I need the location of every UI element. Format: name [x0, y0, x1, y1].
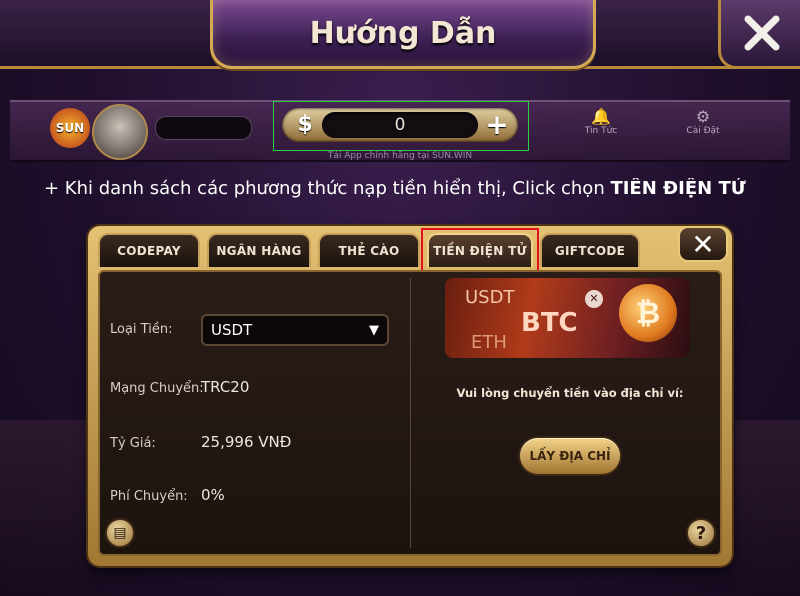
balance-highlight-box [273, 101, 529, 151]
fee-value: 0% [201, 486, 225, 504]
crypto-tab-highlight-box [421, 228, 539, 276]
close-icon: ✕ [691, 227, 715, 261]
gear-icon: ⚙ [695, 107, 711, 126]
close-icon [744, 15, 780, 51]
title-plate: Hướng Dẫn [210, 0, 596, 69]
tab-bank[interactable]: NGÂN HÀNG [207, 233, 311, 267]
help-icon: ? [695, 522, 707, 544]
history-button[interactable]: ▤ [105, 518, 135, 548]
instruction-body: + Khi danh sách các phương thức nạp tiền… [44, 178, 611, 199]
dialog-close-button[interactable]: ✕ [678, 226, 728, 262]
tab-label: THẺ CÀO [338, 244, 400, 258]
currency-label: Loại Tiền: [110, 322, 173, 337]
rate-value: 25,996 VNĐ [201, 433, 292, 451]
close-button[interactable] [718, 0, 800, 69]
bell-icon: 🔔 [591, 107, 611, 126]
banner-usdt: USDT [465, 287, 515, 308]
bitcoin-coin-icon: ₿ [619, 284, 677, 342]
network-label: Mạng Chuyển: [110, 381, 204, 396]
news-button[interactable]: 🔔 Tin Tức [566, 108, 636, 146]
tagline: Tải App chính hãng tại SUN.WIN [327, 151, 473, 161]
background-figure-left [0, 420, 90, 596]
help-button[interactable]: ? [686, 518, 716, 548]
tab-giftcode[interactable]: GIFTCODE [540, 233, 640, 267]
crypto-banner: USDT BTC ETH ✕ ₿ [445, 278, 690, 358]
get-address-button[interactable]: LẤY ĐỊA CHỈ [520, 438, 620, 474]
news-label: Tin Tức [584, 126, 618, 136]
rate-label: Tỷ Giá: [110, 436, 156, 451]
tab-label: GIFTCODE [554, 244, 626, 258]
banner-btc: BTC [521, 308, 578, 338]
chevron-down-icon: ▼ [369, 323, 379, 338]
instruction-highlight: TIỀN ĐIỆN TỬ [610, 178, 746, 199]
document-icon: ▤ [113, 525, 127, 541]
background-figure-right [735, 420, 800, 596]
currency-selected: USDT [211, 321, 253, 339]
wallet-instruction: Vui lòng chuyển tiền vào địa chỉ ví: [456, 386, 684, 400]
instruction-text: + Khi danh sách các phương thức nạp tiền… [44, 178, 800, 199]
settings-label: Cài Đặt [686, 126, 720, 136]
tab-card[interactable]: THẺ CÀO [318, 233, 420, 267]
tab-label: CODEPAY [117, 244, 181, 258]
settings-button[interactable]: ⚙ Cài Đặt [668, 108, 738, 146]
currency-select[interactable]: USDT ▼ [201, 314, 389, 346]
panel-divider [410, 278, 411, 548]
sun-logo: SUN [50, 108, 90, 148]
tab-codepay[interactable]: CODEPAY [98, 233, 200, 267]
username-field [155, 116, 252, 140]
network-value: TRC20 [201, 378, 250, 396]
tab-label: NGÂN HÀNG [216, 244, 302, 258]
page-title: Hướng Dẫn [309, 15, 497, 51]
banner-eth: ETH [471, 332, 507, 353]
xrp-icon: ✕ [585, 290, 603, 308]
fee-label: Phí Chuyển: [110, 489, 188, 504]
